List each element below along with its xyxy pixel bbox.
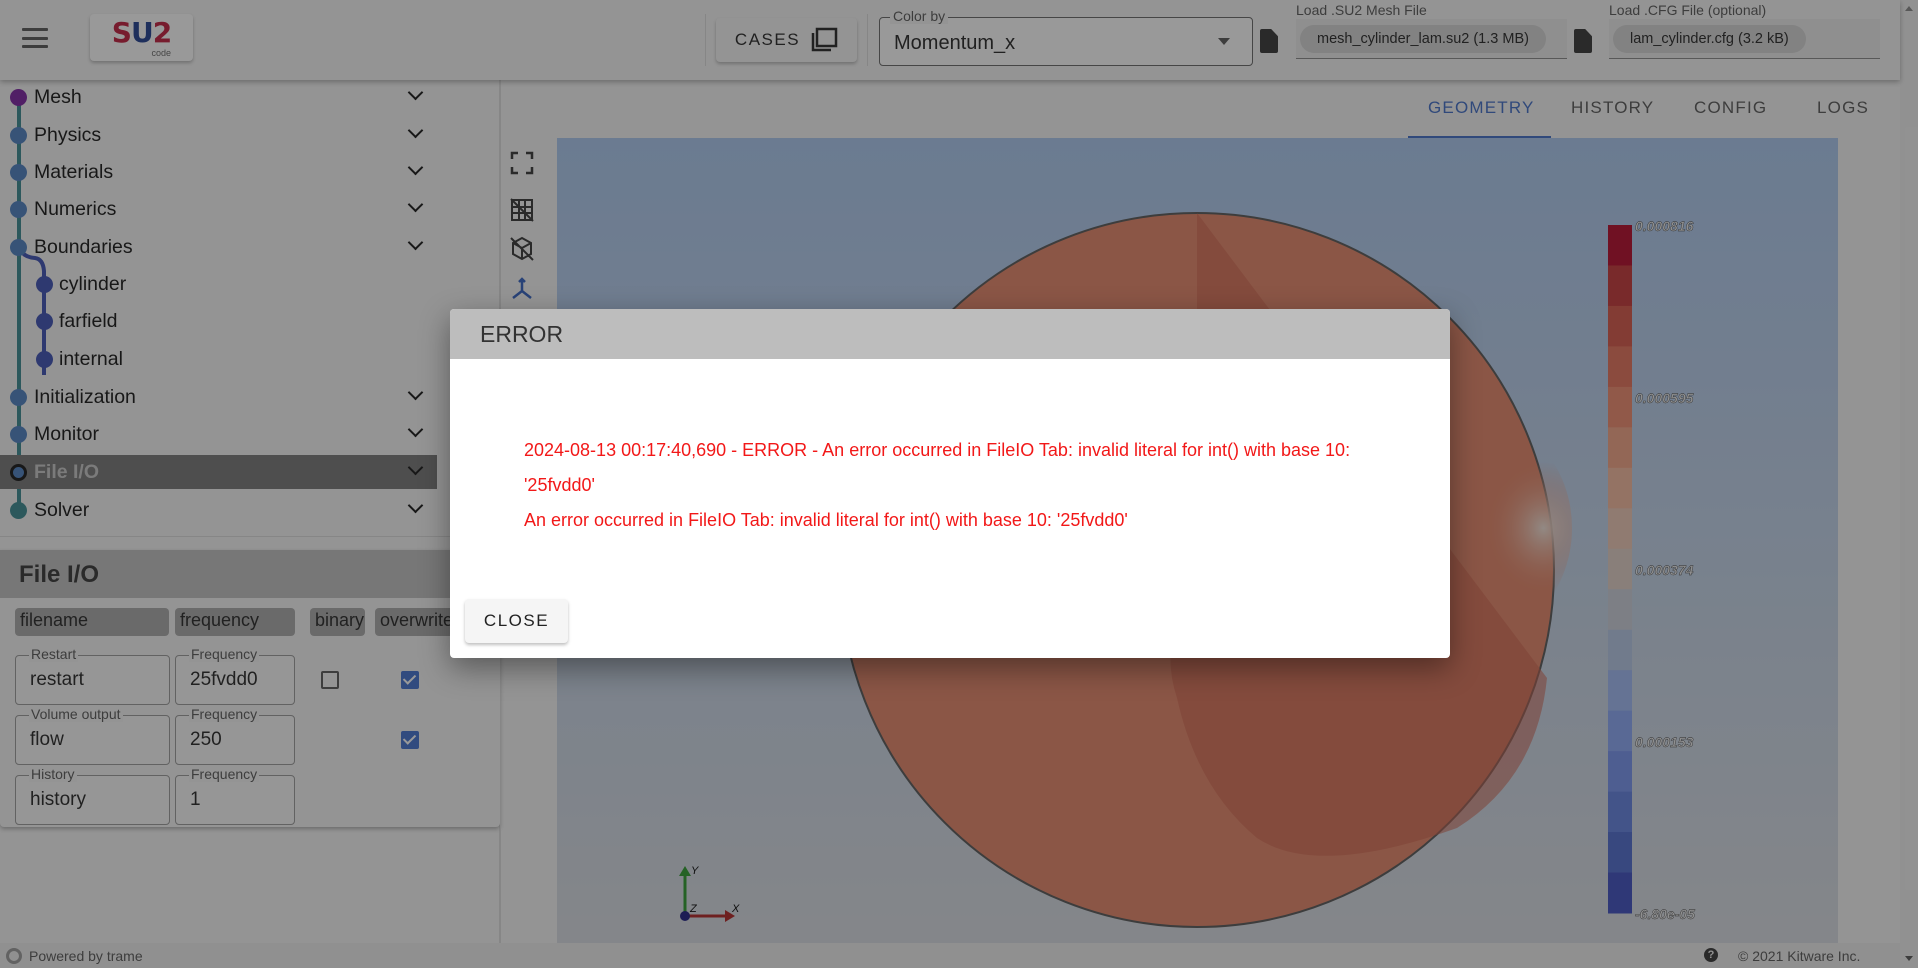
close-button[interactable]: CLOSE (465, 599, 568, 643)
error-line: 2024-08-13 00:17:40,690 - ERROR - An err… (524, 440, 1351, 495)
error-line: An error occurred in FileIO Tab: invalid… (524, 510, 1128, 530)
dialog-title: ERROR (450, 309, 1450, 359)
error-dialog: ERROR 2024-08-13 00:17:40,690 - ERROR - … (450, 309, 1450, 658)
error-message: 2024-08-13 00:17:40,690 - ERROR - An err… (524, 433, 1404, 538)
